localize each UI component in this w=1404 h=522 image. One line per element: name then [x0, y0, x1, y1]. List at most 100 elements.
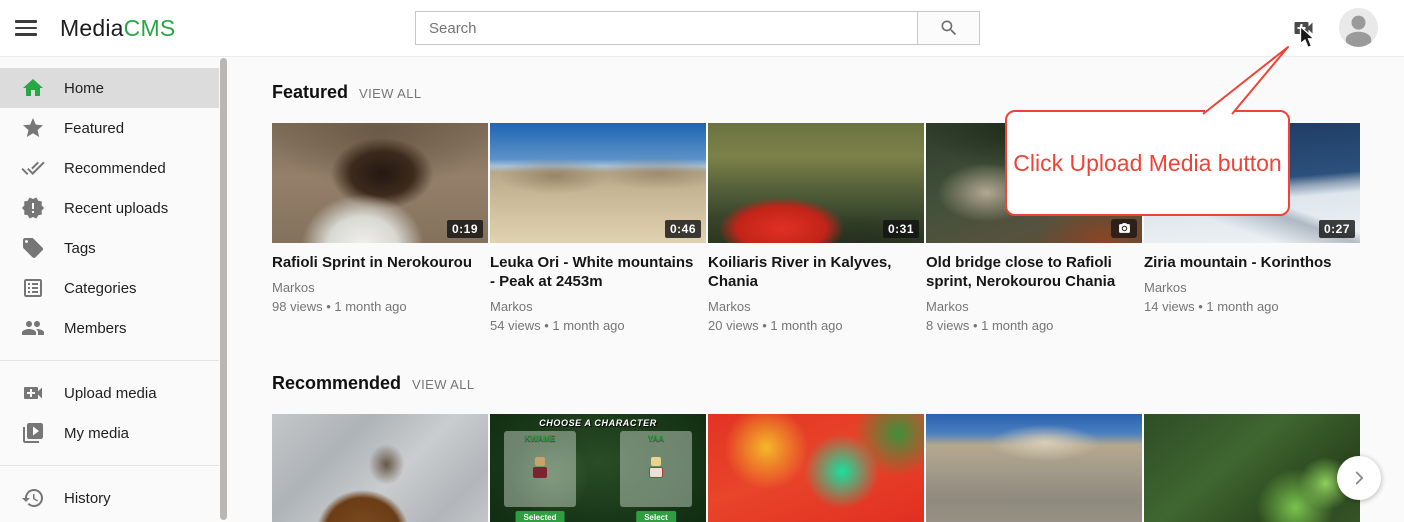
media-card[interactable]: 0:46 Leuka Ori - White mountains - Peak a… — [490, 123, 706, 334]
sidebar-item-label: Upload media — [64, 385, 157, 402]
media-title[interactable]: Old bridge close to Rafioli sprint, Nero… — [926, 253, 1142, 291]
sidebar-item-label: Home — [64, 80, 104, 97]
search-icon — [939, 18, 959, 38]
sidebar-item-label: Featured — [64, 120, 124, 137]
media-thumbnail-green-leaves[interactable] — [1144, 414, 1360, 522]
hamburger-menu-icon[interactable] — [15, 17, 41, 39]
logo-text-media: Media — [60, 15, 124, 42]
media-card[interactable]: 0:19 Rafioli Sprint in Nerokourou Markos 98… — [272, 123, 488, 334]
section-header: Featured VIEW ALL — [272, 82, 1404, 104]
upload-media-icon — [1290, 28, 1317, 43]
sidebar-item-home[interactable]: Home — [0, 68, 219, 108]
annotation-text: Click Upload Media button — [1013, 150, 1281, 177]
duration-badge: 0:27 — [1319, 220, 1355, 238]
media-author[interactable]: Markos — [490, 298, 706, 315]
sidebar-scrollbar-thumb[interactable] — [220, 58, 227, 520]
user-avatar[interactable] — [1339, 8, 1378, 47]
section-title: Recommended — [272, 373, 401, 394]
game-character-panel: YAASelect — [620, 431, 692, 507]
media-thumbnail-river-kayak[interactable]: 0:31 — [708, 123, 924, 243]
game-selected-button: Selected — [516, 511, 565, 522]
user-avatar-icon — [1339, 34, 1378, 47]
sidebar: Home Featured Recommended Recent uploads Tag… — [0, 56, 219, 522]
chevron-right-icon — [1348, 467, 1370, 489]
members-icon — [21, 316, 45, 340]
sidebar-item-recommended[interactable]: Recommended — [0, 148, 219, 188]
search-input[interactable] — [416, 12, 917, 44]
media-title[interactable]: Koiliaris River in Kalyves, Chania — [708, 253, 924, 291]
sidebar-item-label: Recommended — [64, 160, 166, 177]
view-all-link[interactable]: VIEW ALL — [412, 377, 474, 392]
media-author[interactable]: Markos — [708, 298, 924, 315]
game-character-name: KWAME — [504, 434, 576, 443]
media-title[interactable]: Ziria mountain - Korinthos — [1144, 253, 1360, 272]
sidebar-item-featured[interactable]: Featured — [0, 108, 219, 148]
media-thumbnail-pumpkin-craft[interactable] — [272, 414, 488, 522]
sidebar-item-label: Recent uploads — [64, 200, 168, 217]
section-header: Recommended VIEW ALL — [272, 373, 1404, 395]
camera-badge-icon — [1111, 219, 1137, 238]
media-thumbnail-game-choose-character[interactable]: CHOOSE A CHARACTERKWAMESelectedYAASelect — [490, 414, 706, 522]
annotation-callout: Click Upload Media button — [1005, 110, 1290, 216]
media-meta: 20 views • 1 month ago — [708, 317, 924, 334]
top-header: MediaCMS — [0, 0, 1404, 57]
new-releases-icon — [21, 196, 45, 220]
sidebar-item-history[interactable]: History — [0, 478, 219, 518]
media-card[interactable] — [926, 414, 1142, 522]
carousel-next-button[interactable] — [1337, 456, 1381, 500]
sidebar-item-recent-uploads[interactable]: Recent uploads — [0, 188, 219, 228]
game-character-panel: KWAMESelected — [504, 431, 576, 507]
media-author[interactable]: Markos — [272, 279, 488, 296]
sidebar-item-label: Members — [64, 320, 127, 337]
game-character-sprite — [532, 457, 548, 483]
categories-icon — [21, 276, 45, 300]
videocam-plus-icon — [21, 381, 45, 405]
sidebar-divider — [0, 465, 219, 466]
sidebar-item-label: My media — [64, 425, 129, 442]
sidebar-item-members[interactable]: Members — [0, 308, 219, 348]
media-author[interactable]: Markos — [926, 298, 1142, 315]
app-logo[interactable]: MediaCMS — [60, 0, 175, 56]
media-card[interactable]: 0:31 Koiliaris River in Kalyves, Chania Ma… — [708, 123, 924, 334]
sidebar-item-label: Tags — [64, 240, 96, 257]
media-meta: 54 views • 1 month ago — [490, 317, 706, 334]
logo-text-cms: CMS — [124, 15, 176, 42]
media-thumbnail-color-gradient[interactable] — [708, 414, 924, 522]
done-all-icon — [21, 156, 45, 180]
search-bar — [415, 11, 980, 45]
media-title[interactable]: Rafioli Sprint in Nerokourou — [272, 253, 488, 272]
section-title: Featured — [272, 82, 348, 103]
game-select-button: Select — [636, 511, 676, 522]
duration-badge: 0:19 — [447, 220, 483, 238]
game-character-name: YAA — [620, 434, 692, 443]
sidebar-item-categories[interactable]: Categories — [0, 268, 219, 308]
media-card[interactable]: CHOOSE A CHARACTERKWAMESelectedYAASelect — [490, 414, 706, 522]
media-meta: 98 views • 1 month ago — [272, 298, 488, 315]
sidebar-item-label: Categories — [64, 280, 137, 297]
media-thumbnail-rocky-mountain[interactable] — [926, 414, 1142, 522]
sidebar-item-my-media[interactable]: My media — [0, 413, 219, 453]
sidebar-item-tags[interactable]: Tags — [0, 228, 219, 268]
view-all-link[interactable]: VIEW ALL — [359, 86, 421, 101]
section-recommended: RecommendedVIEW ALLCHOOSE A CHARACTERKWA… — [272, 373, 1404, 522]
sidebar-item-upload-media[interactable]: Upload media — [0, 373, 219, 413]
media-meta: 14 views • 1 month ago — [1144, 298, 1360, 315]
search-button[interactable] — [917, 12, 979, 44]
media-thumbnail-fountain-waterfall[interactable]: 0:19 — [272, 123, 488, 243]
star-icon — [21, 116, 45, 140]
media-meta: 8 views • 1 month ago — [926, 317, 1142, 334]
sidebar-scrollbar-track[interactable] — [219, 56, 228, 522]
duration-badge: 0:31 — [883, 220, 919, 238]
tag-icon — [21, 236, 45, 260]
media-author[interactable]: Markos — [1144, 279, 1360, 296]
sidebar-item-label: History — [64, 490, 111, 507]
video-library-icon — [21, 421, 45, 445]
upload-media-button[interactable] — [1290, 16, 1317, 40]
media-title[interactable]: Leuka Ori - White mountains - Peak at 24… — [490, 253, 706, 291]
media-thumbnail-desert-mountains[interactable]: 0:46 — [490, 123, 706, 243]
media-card[interactable] — [708, 414, 924, 522]
sidebar-divider — [0, 360, 219, 361]
history-icon — [21, 486, 45, 510]
media-card[interactable] — [272, 414, 488, 522]
media-card[interactable] — [1144, 414, 1360, 522]
